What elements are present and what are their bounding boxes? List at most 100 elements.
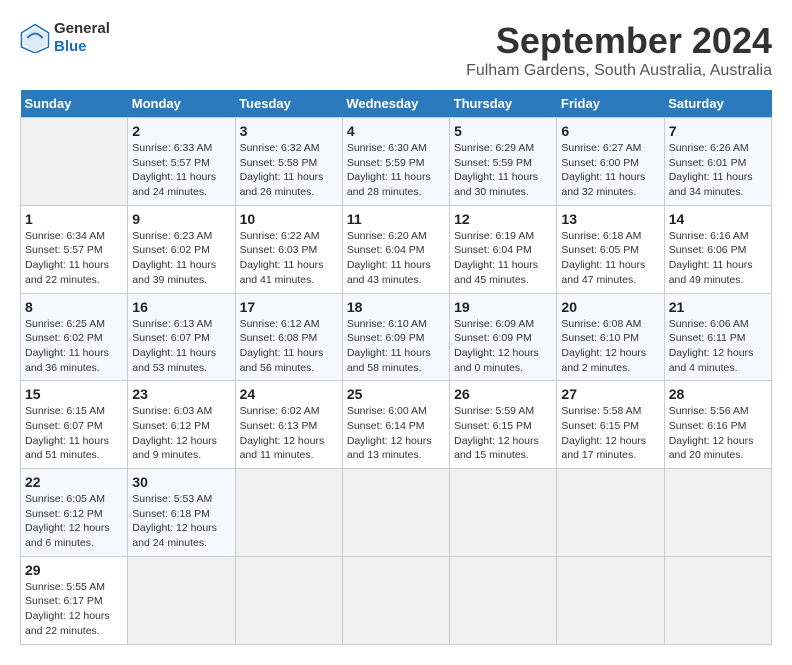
day-number: 15 — [25, 386, 123, 402]
day-info: Sunrise: 6:30 AM Sunset: 5:59 PM Dayligh… — [347, 141, 445, 200]
calendar-cell: 15 Sunrise: 6:15 AM Sunset: 6:07 PM Dayli… — [21, 381, 128, 469]
calendar-cell — [21, 118, 128, 206]
day-info: Sunrise: 5:59 AM Sunset: 6:15 PM Dayligh… — [454, 404, 552, 463]
day-number: 30 — [132, 474, 230, 490]
logo-icon — [20, 23, 50, 53]
calendar-cell — [342, 556, 449, 644]
logo-text: General Blue — [54, 20, 110, 56]
main-title: September 2024 — [466, 20, 772, 62]
calendar-cell: 16Sunrise: 6:13 AM Sunset: 6:07 PM Dayli… — [128, 293, 235, 381]
calendar-cell: 23 Sunrise: 6:03 AM Sunset: 6:12 PM Dayli… — [128, 381, 235, 469]
day-number: 14 — [669, 211, 767, 227]
calendar-cell: 29 Sunrise: 5:55 AM Sunset: 6:17 PM Dayli… — [21, 556, 128, 644]
page-header: General Blue September 2024 Fulham Garde… — [20, 20, 772, 80]
day-info: Sunrise: 6:34 AM Sunset: 5:57 PM Dayligh… — [25, 229, 123, 288]
calendar-cell — [664, 556, 771, 644]
day-info: Sunrise: 6:22 AM Sunset: 6:03 PM Dayligh… — [240, 229, 338, 288]
day-number: 23 — [132, 386, 230, 402]
day-number: 11 — [347, 211, 445, 227]
calendar-cell — [235, 556, 342, 644]
title-block: September 2024 Fulham Gardens, South Aus… — [466, 20, 772, 80]
column-header-wednesday: Wednesday — [342, 90, 449, 118]
day-number: 10 — [240, 211, 338, 227]
calendar-cell — [342, 469, 449, 557]
day-number: 20 — [561, 299, 659, 315]
calendar-cell: 21Sunrise: 6:06 AM Sunset: 6:11 PM Dayli… — [664, 293, 771, 381]
calendar-cell: 13 Sunrise: 6:18 AM Sunset: 6:05 PM Dayli… — [557, 205, 664, 293]
day-number: 8 — [25, 299, 123, 315]
day-info: Sunrise: 6:08 AM Sunset: 6:10 PM Dayligh… — [561, 317, 659, 376]
day-number: 13 — [561, 211, 659, 227]
day-number: 12 — [454, 211, 552, 227]
day-info: Sunrise: 6:23 AM Sunset: 6:02 PM Dayligh… — [132, 229, 230, 288]
calendar-week-6: 29 Sunrise: 5:55 AM Sunset: 6:17 PM Dayli… — [21, 556, 772, 644]
calendar-week-3: 8Sunrise: 6:25 AM Sunset: 6:02 PM Daylig… — [21, 293, 772, 381]
day-info: Sunrise: 5:58 AM Sunset: 6:15 PM Dayligh… — [561, 404, 659, 463]
day-info: Sunrise: 6:29 AM Sunset: 5:59 PM Dayligh… — [454, 141, 552, 200]
day-info: Sunrise: 5:53 AM Sunset: 6:18 PM Dayligh… — [132, 492, 230, 551]
day-number: 24 — [240, 386, 338, 402]
calendar-table: SundayMondayTuesdayWednesdayThursdayFrid… — [20, 90, 772, 645]
day-number: 4 — [347, 123, 445, 139]
calendar-cell: 20 Sunrise: 6:08 AM Sunset: 6:10 PM Dayli… — [557, 293, 664, 381]
calendar-cell: 7 Sunrise: 6:26 AM Sunset: 6:01 PM Daylig… — [664, 118, 771, 206]
calendar-cell: 30 Sunrise: 5:53 AM Sunset: 6:18 PM Dayli… — [128, 469, 235, 557]
logo-general: General — [54, 20, 110, 37]
header-row: SundayMondayTuesdayWednesdayThursdayFrid… — [21, 90, 772, 118]
day-info: Sunrise: 6:06 AM Sunset: 6:11 PM Dayligh… — [669, 317, 767, 376]
day-info: Sunrise: 6:03 AM Sunset: 6:12 PM Dayligh… — [132, 404, 230, 463]
day-number: 2 — [132, 123, 230, 139]
day-number: 9 — [132, 211, 230, 227]
day-info: Sunrise: 5:56 AM Sunset: 6:16 PM Dayligh… — [669, 404, 767, 463]
day-number: 26 — [454, 386, 552, 402]
calendar-cell: 3 Sunrise: 6:32 AM Sunset: 5:58 PM Daylig… — [235, 118, 342, 206]
calendar-cell — [557, 556, 664, 644]
day-info: Sunrise: 6:09 AM Sunset: 6:09 PM Dayligh… — [454, 317, 552, 376]
calendar-cell: 10 Sunrise: 6:22 AM Sunset: 6:03 PM Dayli… — [235, 205, 342, 293]
logo: General Blue — [20, 20, 110, 56]
day-number: 3 — [240, 123, 338, 139]
calendar-cell: 27Sunrise: 5:58 AM Sunset: 6:15 PM Dayli… — [557, 381, 664, 469]
calendar-cell: 22 Sunrise: 6:05 AM Sunset: 6:12 PM Dayli… — [21, 469, 128, 557]
day-number: 1 — [25, 211, 123, 227]
column-header-saturday: Saturday — [664, 90, 771, 118]
calendar-cell: 18 Sunrise: 6:10 AM Sunset: 6:09 PM Dayli… — [342, 293, 449, 381]
day-number: 17 — [240, 299, 338, 315]
logo-blue: Blue — [54, 38, 87, 55]
day-number: 25 — [347, 386, 445, 402]
day-number: 28 — [669, 386, 767, 402]
day-number: 7 — [669, 123, 767, 139]
day-info: Sunrise: 6:16 AM Sunset: 6:06 PM Dayligh… — [669, 229, 767, 288]
calendar-week-1: 2Sunrise: 6:33 AM Sunset: 5:57 PM Daylig… — [21, 118, 772, 206]
column-header-monday: Monday — [128, 90, 235, 118]
day-info: Sunrise: 6:05 AM Sunset: 6:12 PM Dayligh… — [25, 492, 123, 551]
day-number: 22 — [25, 474, 123, 490]
calendar-cell: 1 Sunrise: 6:34 AM Sunset: 5:57 PM Daylig… — [21, 205, 128, 293]
day-number: 5 — [454, 123, 552, 139]
day-info: Sunrise: 5:55 AM Sunset: 6:17 PM Dayligh… — [25, 580, 123, 639]
day-info: Sunrise: 6:15 AM Sunset: 6:07 PM Dayligh… — [25, 404, 123, 463]
day-info: Sunrise: 6:26 AM Sunset: 6:01 PM Dayligh… — [669, 141, 767, 200]
calendar-cell: 25 Sunrise: 6:00 AM Sunset: 6:14 PM Dayli… — [342, 381, 449, 469]
day-info: Sunrise: 6:10 AM Sunset: 6:09 PM Dayligh… — [347, 317, 445, 376]
day-info: Sunrise: 6:32 AM Sunset: 5:58 PM Dayligh… — [240, 141, 338, 200]
day-info: Sunrise: 6:12 AM Sunset: 6:08 PM Dayligh… — [240, 317, 338, 376]
calendar-cell: 28 Sunrise: 5:56 AM Sunset: 6:16 PM Dayli… — [664, 381, 771, 469]
calendar-week-2: 1 Sunrise: 6:34 AM Sunset: 5:57 PM Daylig… — [21, 205, 772, 293]
calendar-week-4: 15 Sunrise: 6:15 AM Sunset: 6:07 PM Dayli… — [21, 381, 772, 469]
day-info: Sunrise: 6:18 AM Sunset: 6:05 PM Dayligh… — [561, 229, 659, 288]
calendar-week-5: 22 Sunrise: 6:05 AM Sunset: 6:12 PM Dayli… — [21, 469, 772, 557]
calendar-cell — [235, 469, 342, 557]
calendar-cell — [128, 556, 235, 644]
day-number: 29 — [25, 562, 123, 578]
calendar-cell — [450, 556, 557, 644]
day-info: Sunrise: 6:00 AM Sunset: 6:14 PM Dayligh… — [347, 404, 445, 463]
calendar-cell: 9 Sunrise: 6:23 AM Sunset: 6:02 PM Daylig… — [128, 205, 235, 293]
calendar-cell: 26 Sunrise: 5:59 AM Sunset: 6:15 PM Dayli… — [450, 381, 557, 469]
day-info: Sunrise: 6:27 AM Sunset: 6:00 PM Dayligh… — [561, 141, 659, 200]
calendar-cell: 4 Sunrise: 6:30 AM Sunset: 5:59 PM Daylig… — [342, 118, 449, 206]
calendar-cell — [557, 469, 664, 557]
calendar-cell: 12Sunrise: 6:19 AM Sunset: 6:04 PM Dayli… — [450, 205, 557, 293]
calendar-cell: 11Sunrise: 6:20 AM Sunset: 6:04 PM Dayli… — [342, 205, 449, 293]
day-number: 18 — [347, 299, 445, 315]
